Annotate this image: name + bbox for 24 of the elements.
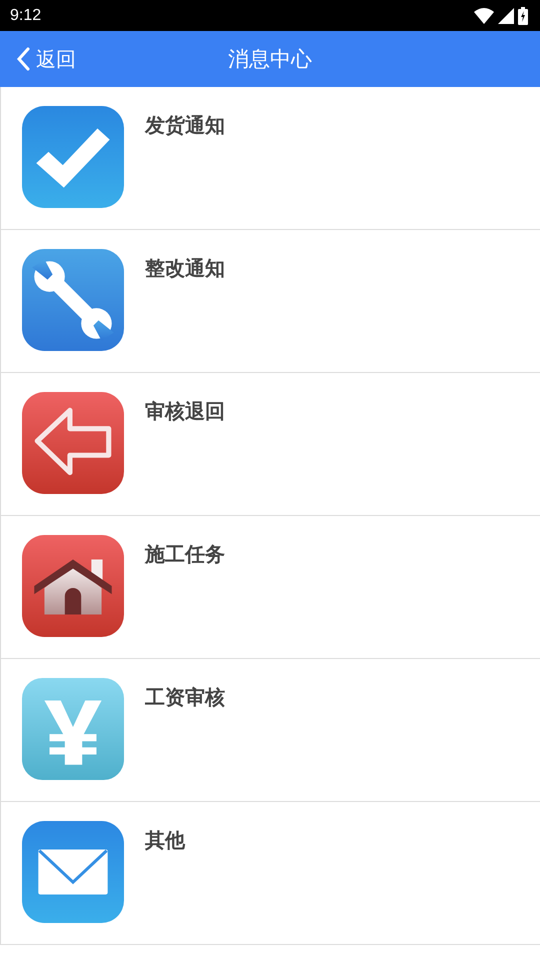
signal-icon [498,8,514,24]
wrench-icon [22,249,124,351]
checkmark-icon [22,106,124,208]
yen-icon [22,678,124,780]
message-category-row[interactable]: 其他 [0,802,540,945]
status-time: 9:12 [10,6,42,24]
message-category-row[interactable]: 审核退回 [0,373,540,516]
message-category-row[interactable]: 施工任务 [0,516,540,659]
message-category-row[interactable]: 发货通知 [0,87,540,230]
back-button[interactable]: 返回 [0,39,82,79]
page-title: 消息中心 [228,46,312,73]
message-category-row[interactable]: 工资审核 [0,659,540,802]
message-category-row[interactable]: 整改通知 [0,230,540,373]
envelope-icon [22,821,124,923]
wifi-icon [474,8,494,24]
message-category: 工资审核 [145,684,225,711]
message-category: 其他 [145,827,185,854]
message-category: 发货通知 [145,112,225,139]
message-category: 施工任务 [145,541,225,568]
battery-icon [518,6,528,24]
house-icon [22,535,124,637]
message-category: 整改通知 [145,255,225,282]
message-category: 审核退回 [145,398,225,425]
chevron-left-icon [16,47,30,71]
